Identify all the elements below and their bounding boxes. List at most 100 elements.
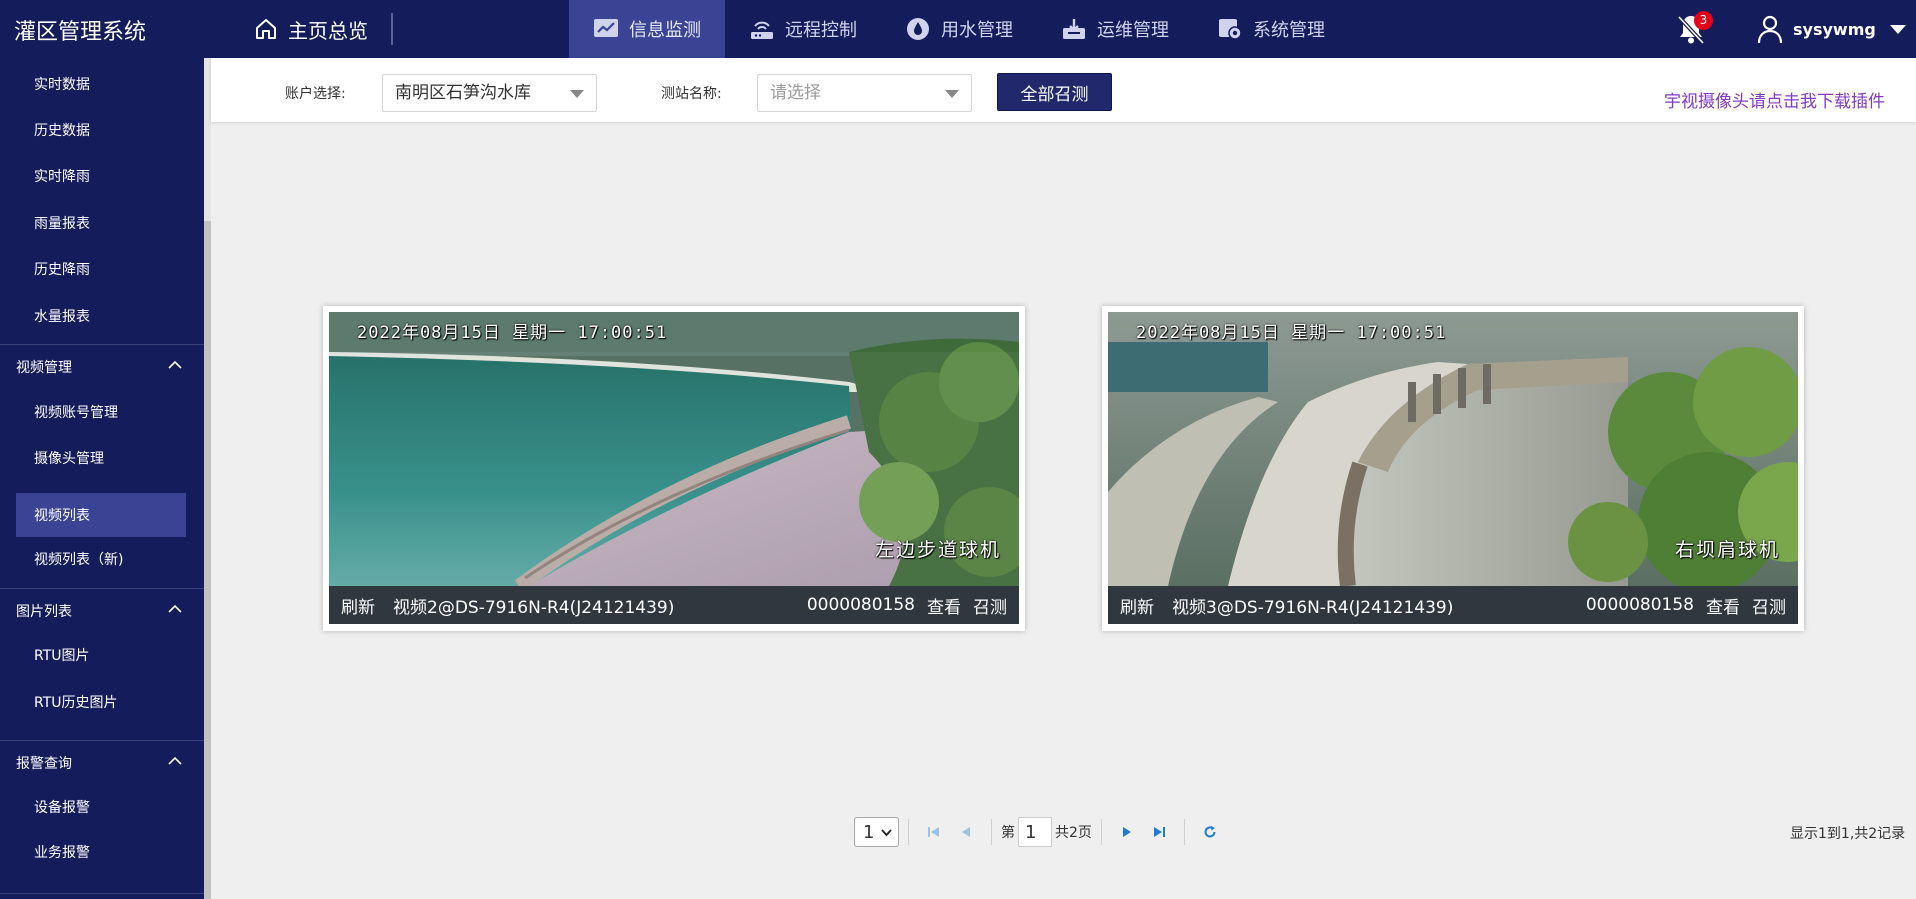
chevron-up-icon [168, 360, 182, 369]
username: sysywmg [1793, 19, 1876, 39]
video-osd-camera-name: 左边步道球机 [874, 539, 1001, 561]
video-view-button[interactable]: 查看 [927, 593, 961, 618]
sidebar-item-video-list-new[interactable]: 视频列表（新) [16, 537, 186, 581]
next-page-icon [1122, 827, 1131, 837]
last-page-button[interactable] [1148, 821, 1170, 843]
nav-water-management[interactable]: 用水管理 [881, 0, 1037, 58]
sidebar-item-video-account[interactable]: 视频账号管理 [16, 390, 186, 434]
sidebar-item-rainfall-report[interactable]: 雨量报表 [16, 201, 186, 245]
top-header: 灌区管理系统 主页总览 信息监测 远程控制 用水管理 运维管理 系统管理 3 s… [0, 0, 1916, 58]
nav-remote-control[interactable]: 远程控制 [725, 0, 881, 58]
nav-maintenance-label: 运维管理 [1097, 20, 1169, 41]
sidebar-group-label: 报警查询 [16, 755, 72, 772]
home-icon [256, 19, 276, 39]
total-pages: 共2页 [1055, 825, 1092, 841]
video-card: 2022年08月15日 星期一 17:00:51 右坝肩球机 刷新 视频3@DS… [1102, 306, 1804, 631]
pagination-separator [908, 819, 909, 845]
station-select[interactable]: 请选择 [757, 74, 972, 112]
sidebar-item-business-alarm[interactable]: 业务报警 [16, 830, 186, 874]
sidebar-scrollbar[interactable] [204, 58, 211, 899]
nav-info-monitoring-label: 信息监测 [629, 20, 701, 41]
sidebar-item-device-alarm[interactable]: 设备报警 [16, 785, 186, 829]
plugin-download-link[interactable]: 宇视摄像头请点击我下载插件 [1664, 87, 1885, 112]
video-name: 视频3@DS-7916N-R4(J24121439) [1172, 597, 1454, 618]
caret-down-icon [1889, 24, 1906, 34]
settings-icon [1219, 19, 1242, 40]
pagination-separator [991, 819, 992, 845]
page-size-select[interactable]: 1 [854, 817, 899, 847]
sidebar-group-divider [0, 893, 204, 899]
pagination-separator [1100, 819, 1102, 845]
dropdown-arrow-icon [570, 90, 584, 98]
chevron-up-icon [168, 756, 182, 765]
station-select-label: 测站名称: [661, 86, 722, 102]
nav-system-management-label: 系统管理 [1253, 20, 1325, 41]
sidebar-group-label: 视频管理 [16, 359, 72, 376]
filter-bar: 账户选择: 南明区石笋沟水库 测站名称: 请选择 全部召测 宇视摄像头请点击我下… [211, 58, 1916, 122]
video-refresh-button[interactable]: 刷新 [341, 593, 375, 618]
video-frame[interactable]: 2022年08月15日 星期一 17:00:51 右坝肩球机 [1108, 312, 1798, 586]
home-overview-label: 主页总览 [288, 18, 368, 43]
call-all-button[interactable]: 全部召测 [997, 73, 1112, 111]
video-info-bar: 刷新 视频2@DS-7916N-R4(J24121439) 0000080158… [329, 586, 1019, 624]
video-osd-camera-name: 右坝肩球机 [1674, 539, 1780, 561]
account-select-value: 南明区石笋沟水库 [395, 83, 531, 103]
video-osd-timestamp: 2022年08月15日 星期一 17:00:51 [357, 323, 668, 343]
main-nav: 信息监测 远程控制 用水管理 运维管理 系统管理 [569, 0, 1349, 58]
sidebar-item-rtu-images[interactable]: RTU图片 [16, 633, 186, 677]
notification-bell[interactable]: 3 [1674, 11, 1713, 48]
video-device-code: 0000080158 [806, 595, 915, 615]
sidebar-item-realtime-rainfall[interactable]: 实时降雨 [16, 154, 186, 198]
first-page-button[interactable] [923, 821, 945, 843]
account-select[interactable]: 南明区石笋沟水库 [382, 74, 597, 112]
sidebar-item-history-data[interactable]: 历史数据 [16, 108, 186, 152]
video-frame[interactable]: 2022年08月15日 星期一 17:00:51 左边步道球机 [329, 312, 1019, 586]
sidebar-item-video-list[interactable]: 视频列表 [16, 493, 186, 537]
notification-count-badge: 3 [1694, 11, 1713, 30]
sidebar-group-alarm-query[interactable]: 报警查询 [0, 740, 204, 784]
video-call-button[interactable]: 召测 [973, 593, 1007, 618]
nav-remote-control-label: 远程控制 [785, 20, 857, 41]
records-summary: 显示1到1,共2记录 [1790, 826, 1906, 842]
current-page-input[interactable]: 1 [1018, 817, 1052, 847]
pagination: 1 第 1 共2页 [854, 816, 1226, 848]
video-device-code: 0000080158 [1585, 595, 1694, 615]
video-name: 视频2@DS-7916N-R4(J24121439) [393, 597, 675, 618]
next-page-button[interactable] [1116, 821, 1138, 843]
prev-page-icon [962, 827, 970, 837]
sidebar-group-image-list[interactable]: 图片列表 [0, 588, 204, 632]
prev-page-button[interactable] [955, 821, 977, 843]
user-menu[interactable]: sysywmg [1757, 12, 1906, 46]
sidebar-item-water-report[interactable]: 水量报表 [16, 294, 186, 338]
nav-water-management-label: 用水管理 [941, 20, 1013, 41]
sidebar-group-video-management[interactable]: 视频管理 [0, 344, 204, 388]
video-card: 2022年08月15日 星期一 17:00:51 左边步道球机 刷新 视频2@D… [323, 306, 1025, 631]
user-icon [1757, 15, 1783, 44]
account-select-label: 账户选择: [285, 86, 346, 102]
video-osd-timestamp: 2022年08月15日 星期一 17:00:51 [1136, 323, 1447, 343]
header-divider [391, 13, 393, 45]
sidebar-group-label: 图片列表 [16, 603, 72, 620]
page-prefix: 第 [1001, 825, 1015, 841]
app-title: 灌区管理系统 [14, 20, 147, 45]
home-overview-link[interactable]: 主页总览 [254, 16, 368, 43]
maintenance-icon [1063, 19, 1085, 39]
video-call-button[interactable]: 召测 [1752, 593, 1786, 618]
water-drop-icon [907, 18, 929, 40]
sidebar-scrollbar-thumb[interactable] [204, 221, 211, 899]
nav-system-management[interactable]: 系统管理 [1193, 0, 1349, 58]
sidebar-item-realtime-data[interactable]: 实时数据 [16, 62, 186, 106]
nav-info-monitoring[interactable]: 信息监测 [569, 0, 725, 58]
last-page-icon [1153, 827, 1165, 837]
nav-maintenance[interactable]: 运维管理 [1037, 0, 1193, 58]
sidebar-item-camera-management[interactable]: 摄像头管理 [16, 436, 186, 480]
refresh-icon [1204, 826, 1216, 838]
sidebar-item-history-rainfall[interactable]: 历史降雨 [16, 247, 186, 291]
video-refresh-button[interactable]: 刷新 [1120, 593, 1154, 618]
video-info-bar: 刷新 视频3@DS-7916N-R4(J24121439) 0000080158… [1108, 586, 1798, 624]
chevron-up-icon [168, 604, 182, 613]
station-select-placeholder: 请选择 [770, 83, 821, 103]
video-view-button[interactable]: 查看 [1706, 593, 1740, 618]
refresh-page-button[interactable] [1199, 821, 1221, 843]
sidebar-item-rtu-history-images[interactable]: RTU历史图片 [16, 680, 186, 724]
